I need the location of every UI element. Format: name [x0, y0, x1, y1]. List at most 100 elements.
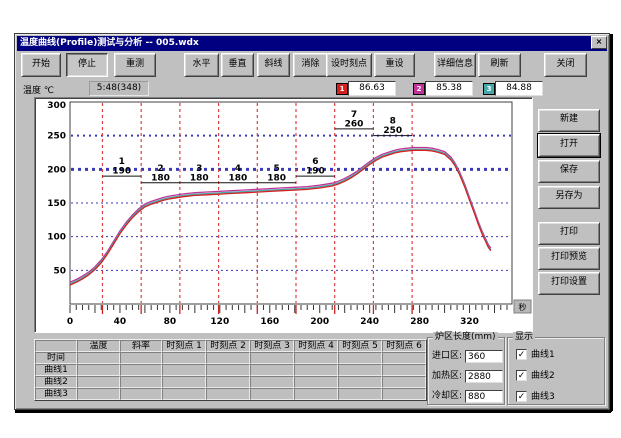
side-button-新建[interactable]: 新建 — [538, 109, 600, 132]
zone-number-label: 3 — [196, 164, 202, 174]
toolbar-button-斜线[interactable]: 斜线 — [257, 53, 290, 77]
oven-field-label: 冷却区: — [432, 390, 462, 403]
zone-number-label: 2 — [157, 164, 163, 174]
y-tick-label: 300 — [47, 101, 66, 111]
x-unit-label: 秒 — [519, 302, 527, 312]
checkbox-曲线3[interactable]: ✓ — [516, 391, 527, 402]
x-tick-label: 40 — [114, 317, 127, 327]
oven-field-进口区: 进口区:360 — [432, 350, 462, 363]
toolbar-button-重设[interactable]: 重设 — [374, 53, 415, 77]
table-cell — [162, 364, 206, 376]
zone-temp-label: 180 — [151, 173, 170, 183]
profile-chart[interactable]: 1190218031804180518061907260825004080120… — [35, 98, 532, 332]
table-cell — [120, 352, 162, 364]
table-row-曲线3: 曲线3 — [35, 388, 426, 400]
side-button-另存为[interactable]: 另存为 — [538, 186, 600, 209]
table-cell: 时刻点 4 — [294, 340, 338, 352]
table-cell — [162, 388, 206, 400]
table-cell — [77, 376, 120, 388]
toolbar-button-关闭[interactable]: 关闭 — [544, 53, 587, 77]
zone-temp-label: 180 — [267, 173, 286, 183]
table-cell — [206, 352, 250, 364]
toolbar-button-详细信息[interactable]: 详细信息 — [434, 53, 476, 77]
table-cell — [294, 352, 338, 364]
table-cell — [77, 364, 120, 376]
checkbox-label: 曲线1 — [531, 349, 555, 361]
x-tick-label: 120 — [210, 317, 229, 327]
row-label: 时间 — [35, 352, 77, 364]
x-tick-label: 280 — [410, 317, 429, 327]
table-cell — [250, 388, 294, 400]
y-axis-title: 温度 ℃ — [23, 83, 54, 96]
table-cell — [206, 364, 250, 376]
table-cell: 时刻点 1 — [162, 340, 206, 352]
row-label: 曲线2 — [35, 376, 77, 388]
results-table: 温度斜率时刻点 1时刻点 2时刻点 3时刻点 4时刻点 5时刻点 6时间曲线1曲… — [34, 339, 427, 401]
toolbar-button-刷新[interactable]: 刷新 — [478, 53, 521, 77]
zone-number-label: 6 — [312, 157, 318, 167]
y-tick-label: 50 — [53, 266, 66, 276]
table-cell: 温度 — [77, 340, 120, 352]
x-tick-label: 80 — [164, 317, 177, 327]
oven-field-input[interactable]: 880 — [465, 390, 503, 403]
table-cell: 时刻点 5 — [338, 340, 382, 352]
table-cell — [162, 376, 206, 388]
desktop: { "window": { "title": "温度曲线(Profile)测试与… — [0, 0, 621, 438]
side-button-打印预览[interactable]: 打印预览 — [538, 247, 600, 270]
y-tick-label: 250 — [47, 132, 66, 142]
zone-number-label: 1 — [119, 157, 125, 167]
toolbar-button-消除[interactable]: 消除 — [293, 53, 328, 77]
zone-temp-label: 250 — [383, 126, 402, 136]
table-cell — [338, 364, 382, 376]
checkbox-曲线2[interactable]: ✓ — [516, 370, 527, 381]
legend-value-1: 86.63 — [348, 81, 396, 96]
toolbar-button-水平[interactable]: 水平 — [184, 53, 219, 77]
table-cell — [77, 352, 120, 364]
table-cell: 时刻点 3 — [250, 340, 294, 352]
table-cell — [294, 364, 338, 376]
toolbar-button-停止[interactable]: 停止 — [66, 53, 108, 77]
table-cell — [206, 388, 250, 400]
oven-field-加热区: 加热区:2880 — [432, 370, 462, 383]
toolbar-button-重测[interactable]: 重测 — [114, 53, 156, 77]
oven-field-input[interactable]: 360 — [465, 350, 503, 363]
oven-field-input[interactable]: 2880 — [465, 370, 503, 383]
table-row-曲线2: 曲线2 — [35, 376, 426, 388]
side-button-打开[interactable]: 打开 — [538, 134, 600, 157]
oven-zone-group: 炉区长度(mm) 进口区:360加热区:2880冷却区:880 — [427, 337, 505, 405]
toolbar-button-设时刻点[interactable]: 设时刻点 — [326, 53, 372, 77]
checkbox-label: 曲线2 — [531, 370, 555, 382]
table-cell — [250, 352, 294, 364]
table-cell — [77, 388, 120, 400]
checkbox-曲线1[interactable]: ✓ — [516, 349, 527, 360]
side-button-打印[interactable]: 打印 — [538, 222, 600, 245]
close-icon[interactable]: × — [591, 36, 607, 49]
legend-swatch-3: 3 — [483, 83, 495, 95]
x-tick-label: 160 — [260, 317, 279, 327]
row-label: 曲线1 — [35, 364, 77, 376]
y-tick-label: 100 — [47, 233, 66, 243]
zone-number-label: 7 — [351, 110, 357, 120]
table-cell — [338, 352, 382, 364]
chart-panel: 1190218031804180518061907260825004080120… — [34, 97, 533, 333]
app-window: 温度曲线(Profile)测试与分析 -- 005.wdx × 开始停止重测 水平… — [14, 33, 610, 410]
title-bar[interactable]: 温度曲线(Profile)测试与分析 -- 005.wdx — [17, 36, 607, 51]
toolbar-button-垂直[interactable]: 垂直 — [221, 53, 254, 77]
table-header-row: 温度斜率时刻点 1时刻点 2时刻点 3时刻点 4时刻点 5时刻点 6 — [35, 340, 426, 352]
table-cell — [382, 352, 426, 364]
toolbar-button-开始[interactable]: 开始 — [21, 53, 61, 77]
table-cell: 斜率 — [120, 340, 162, 352]
table-cell — [294, 388, 338, 400]
table-cell — [120, 388, 162, 400]
side-button-打印设置[interactable]: 打印设置 — [538, 272, 600, 295]
zone-temp-label: 180 — [190, 173, 209, 183]
oven-field-冷却区: 冷却区:880 — [432, 390, 462, 403]
side-button-保存[interactable]: 保存 — [538, 160, 600, 183]
display-group: 显示 ✓曲线1✓曲线2✓曲线3 — [507, 337, 605, 405]
display-group-title: 显示 — [513, 332, 535, 342]
checkbox-label: 曲线3 — [531, 391, 555, 403]
x-tick-label: 320 — [460, 317, 479, 327]
table-cell: 时刻点 6 — [382, 340, 426, 352]
table-cell — [250, 364, 294, 376]
zone-temp-label: 260 — [345, 119, 364, 129]
